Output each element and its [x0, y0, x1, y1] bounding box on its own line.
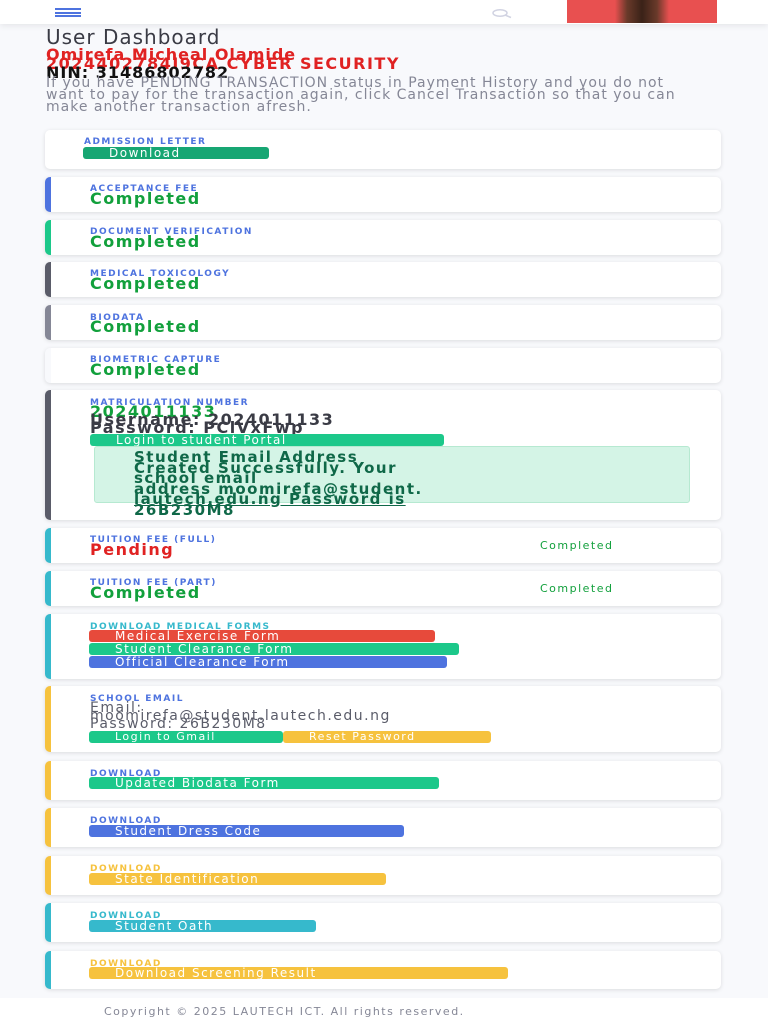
- matric-password: Password: PClVxFwp: [90, 418, 305, 437]
- login-portal-button[interactable]: Login to student Portal: [90, 434, 444, 446]
- tuition-part-status: Completed: [90, 583, 201, 602]
- school-email-password: Password: 26B230M8: [90, 716, 267, 732]
- search-icon[interactable]: [490, 7, 514, 19]
- download-oath-card: DOWNLOAD Student Oath: [45, 903, 721, 942]
- biodata-status: Completed: [90, 317, 201, 336]
- tuition-full-right-status: Completed: [540, 539, 614, 552]
- state-identification-button[interactable]: State Identification: [89, 873, 386, 885]
- download-biodata-card: DOWNLOAD Updated Biodata Form: [45, 761, 721, 800]
- tuition-full-status: Pending: [90, 540, 175, 559]
- tuition-part-card: TUITION FEE (PART) Completed Completed: [45, 571, 721, 606]
- school-email-card: SCHOOL EMAIL Email: moomirefa@student.la…: [45, 686, 721, 752]
- acceptance-card: ACCEPTANCE FEE Completed: [45, 177, 721, 212]
- medical-status: Completed: [90, 274, 201, 293]
- tuition-full-card: TUITION FEE (FULL) Pending Completed: [45, 528, 721, 563]
- download-admission-button[interactable]: Download: [83, 147, 269, 159]
- document-card: DOCUMENT VERIFICATION Completed: [45, 220, 721, 255]
- login-gmail-button[interactable]: Login to Gmail: [89, 731, 283, 743]
- acceptance-status: Completed: [90, 189, 201, 208]
- biometric-card: BIOMETRIC CAPTURE Completed: [45, 348, 721, 383]
- biodata-card: BIODATA Completed: [45, 305, 721, 340]
- screening-result-button[interactable]: Download Screening Result: [89, 967, 508, 979]
- admission-label: ADMISSION LETTER: [84, 137, 207, 147]
- student-oath-button[interactable]: Student Oath: [89, 920, 316, 932]
- student-clearance-form-button[interactable]: Student Clearance Form: [89, 643, 459, 655]
- transaction-notice: If you have PENDING TRANSACTION status i…: [46, 75, 676, 115]
- download-screening-card: DOWNLOAD Download Screening Result: [45, 951, 721, 989]
- email-success-alert: Student Email Address Created Successful…: [94, 446, 690, 517]
- matriculation-card: MATRICULATION NUMBER 2024011133 Username…: [45, 390, 721, 520]
- reset-password-button[interactable]: Reset Password: [283, 731, 491, 743]
- medical-forms-card: DOWNLOAD MEDICAL FORMS Medical Exercise …: [45, 614, 721, 679]
- avatar[interactable]: [567, 0, 717, 23]
- updated-biodata-form-button[interactable]: Updated Biodata Form: [89, 777, 439, 789]
- download-dress-card: DOWNLOAD Student Dress Code: [45, 808, 721, 847]
- official-clearance-form-button[interactable]: Official Clearance Form: [89, 656, 447, 668]
- copyright-text: Copyright © 2025 LAUTECH ICT. All rights…: [104, 1005, 465, 1018]
- footer: Copyright © 2025 LAUTECH ICT. All rights…: [0, 998, 768, 1024]
- admission-card: ADMISSION LETTER Download: [45, 130, 721, 169]
- biometric-status: Completed: [90, 360, 201, 379]
- download-state-card: DOWNLOAD State Identification: [45, 856, 721, 895]
- tuition-part-right-status: Completed: [540, 582, 614, 595]
- hamburger-icon[interactable]: [55, 8, 81, 17]
- student-dress-code-button[interactable]: Student Dress Code: [89, 825, 404, 837]
- alert-line: 26B230M8: [134, 500, 235, 519]
- topbar: [0, 0, 768, 24]
- medical-exercise-form-button[interactable]: Medical Exercise Form: [89, 630, 435, 642]
- document-status: Completed: [90, 232, 201, 251]
- medical-card: MEDICAL TOXICOLOGY Completed: [45, 262, 721, 297]
